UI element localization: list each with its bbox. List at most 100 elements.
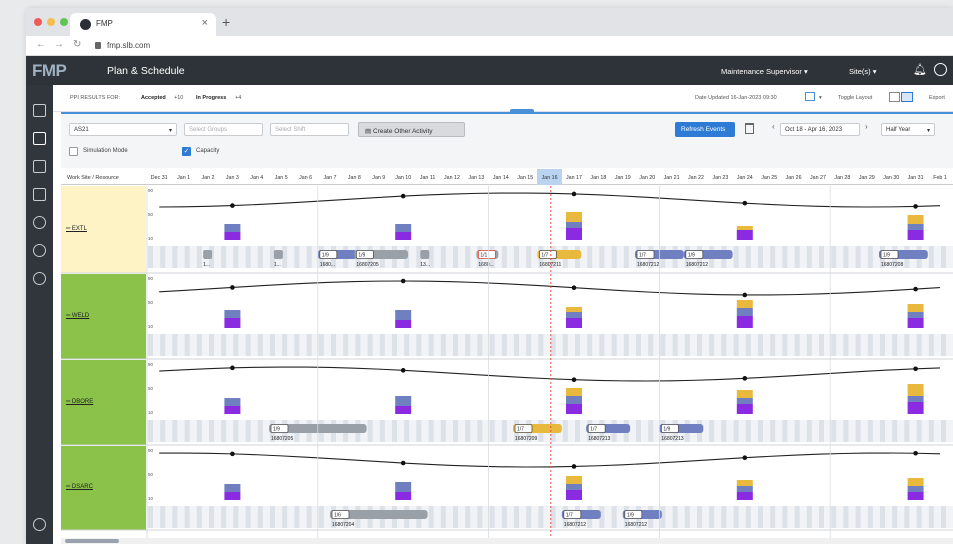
day-hatch bbox=[660, 334, 666, 356]
day-hatch bbox=[392, 334, 397, 356]
day-hatch bbox=[453, 506, 458, 528]
reload-icon[interactable]: ↻ bbox=[73, 39, 81, 50]
minimize-window-dot[interactable] bbox=[47, 18, 55, 26]
user-icon[interactable] bbox=[934, 63, 947, 76]
new-tab-button[interactable]: + bbox=[222, 14, 230, 30]
resource-name[interactable]: ═ WELD bbox=[66, 313, 89, 319]
browser-tab[interactable]: FMP × bbox=[70, 13, 216, 36]
horizontal-scrollbar[interactable] bbox=[61, 538, 953, 544]
filter-row: PPI RESULTS FOR: Accepted +10 In Progres… bbox=[53, 85, 953, 112]
groups-select[interactable]: Select Groups bbox=[184, 123, 263, 136]
day-hatch bbox=[172, 246, 178, 268]
date-range-field[interactable]: Oct 18 - Apr 16, 2023 bbox=[780, 123, 860, 136]
capacity-tick-label: 50 bbox=[148, 386, 154, 391]
capacity-bar-segment bbox=[907, 304, 924, 312]
day-hatch bbox=[306, 420, 312, 442]
simulation-mode-checkbox[interactable] bbox=[69, 147, 78, 156]
day-hatch bbox=[855, 420, 861, 442]
date-header-cell: Jan 29 bbox=[858, 175, 875, 181]
day-hatch bbox=[770, 246, 776, 268]
work-order-chip bbox=[514, 424, 533, 433]
tab-title: FMP bbox=[96, 19, 113, 28]
day-hatch bbox=[709, 506, 715, 528]
capacity-bar-segment bbox=[395, 310, 412, 320]
chevron-down-icon[interactable]: ▾ bbox=[819, 95, 822, 101]
date-header-cell: Jan 10 bbox=[395, 175, 412, 181]
bell-icon[interactable]: 🔔︎ bbox=[913, 63, 927, 76]
app-logo[interactable]: FMP bbox=[32, 61, 67, 81]
day-hatch bbox=[550, 334, 556, 356]
work-order-chip-label: 1/9 bbox=[883, 253, 890, 259]
toolbar: AS21 ▾ Select Groups Select Shift ▤ Creat… bbox=[61, 114, 953, 168]
work-order-chip-label: 1/6 bbox=[334, 513, 341, 519]
work-order-id: 16807211 bbox=[539, 262, 561, 268]
settings-user-icon[interactable] bbox=[33, 244, 46, 257]
resource-name[interactable]: ═ EXTL bbox=[66, 226, 87, 232]
chart-icon[interactable] bbox=[33, 188, 46, 201]
day-hatch bbox=[806, 334, 812, 356]
day-hatch bbox=[709, 334, 715, 356]
day-hatch bbox=[550, 506, 556, 528]
search-report-icon[interactable] bbox=[33, 160, 46, 173]
url-field[interactable]: fmp.slb.com bbox=[107, 41, 150, 50]
refresh-events-button[interactable]: Refresh Events bbox=[675, 122, 735, 137]
day-hatch bbox=[660, 506, 666, 528]
create-other-activity-button[interactable]: ▤ Create Other Activity bbox=[358, 122, 465, 137]
day-hatch bbox=[282, 506, 288, 528]
work-order-chip bbox=[538, 250, 557, 259]
maximize-window-dot[interactable] bbox=[60, 18, 68, 26]
prev-range-icon[interactable]: ‹ bbox=[772, 122, 775, 131]
capacity-tick-label: 90 bbox=[148, 188, 154, 193]
day-hatch bbox=[892, 506, 898, 528]
capacity-bar-segment bbox=[736, 308, 753, 316]
day-hatch bbox=[184, 246, 190, 268]
shield-icon[interactable] bbox=[33, 216, 46, 229]
day-hatch bbox=[880, 246, 885, 268]
globe-icon[interactable] bbox=[33, 272, 46, 285]
trash-icon[interactable] bbox=[745, 123, 754, 134]
day-hatch bbox=[221, 334, 227, 356]
day-hatch bbox=[599, 334, 605, 356]
period-select[interactable]: Half Year ▾ bbox=[881, 123, 935, 136]
day-hatch bbox=[172, 334, 178, 356]
day-hatch bbox=[514, 334, 519, 356]
layout-grid-icon[interactable] bbox=[901, 92, 913, 102]
in-progress-filter[interactable]: In Progress bbox=[196, 95, 226, 101]
refresh-date-icon[interactable] bbox=[805, 92, 815, 101]
role-dropdown[interactable]: Maintenance Supervisor ▾ bbox=[721, 67, 808, 76]
resource-row-extl: ═ EXTL bbox=[61, 186, 146, 273]
back-icon[interactable]: ← bbox=[36, 39, 46, 50]
day-hatch bbox=[318, 246, 324, 268]
day-hatch bbox=[477, 334, 483, 356]
capacity-point bbox=[230, 365, 235, 371]
accepted-filter[interactable]: Accepted bbox=[141, 95, 166, 101]
sites-dropdown[interactable]: Site(s) ▾ bbox=[849, 67, 877, 76]
day-hatch bbox=[636, 246, 641, 268]
day-hatch bbox=[831, 420, 837, 442]
day-hatch bbox=[916, 506, 922, 528]
date-header-cell: Jan 2 bbox=[201, 175, 215, 181]
shift-select[interactable]: Select Shift bbox=[270, 123, 349, 136]
resource-name[interactable]: ═ DSARC bbox=[66, 484, 93, 490]
day-hatch bbox=[758, 334, 763, 356]
tab-close-icon[interactable]: × bbox=[202, 17, 208, 29]
work-order-bar bbox=[513, 424, 562, 433]
close-window-dot[interactable] bbox=[34, 18, 42, 26]
resource-name[interactable]: ═ DBORE bbox=[66, 399, 93, 405]
site-select[interactable]: AS21 ▾ bbox=[69, 123, 177, 136]
day-hatch bbox=[843, 246, 849, 268]
scrollbar-thumb[interactable] bbox=[65, 539, 119, 543]
schedule-icon[interactable] bbox=[33, 132, 46, 145]
day-hatch bbox=[257, 420, 263, 442]
capacity-bar-segment bbox=[736, 316, 753, 328]
day-hatch bbox=[514, 246, 519, 268]
forward-icon[interactable]: → bbox=[54, 39, 64, 50]
document-icon[interactable] bbox=[33, 104, 46, 117]
day-hatch bbox=[416, 334, 422, 356]
export-button[interactable]: Export bbox=[929, 95, 945, 101]
day-hatch bbox=[404, 420, 410, 442]
expand-sidebar-icon[interactable] bbox=[33, 518, 46, 531]
capacity-checkbox[interactable]: ✓ bbox=[182, 147, 191, 156]
next-range-icon[interactable]: › bbox=[865, 122, 868, 131]
layout-list-icon[interactable] bbox=[889, 92, 900, 102]
